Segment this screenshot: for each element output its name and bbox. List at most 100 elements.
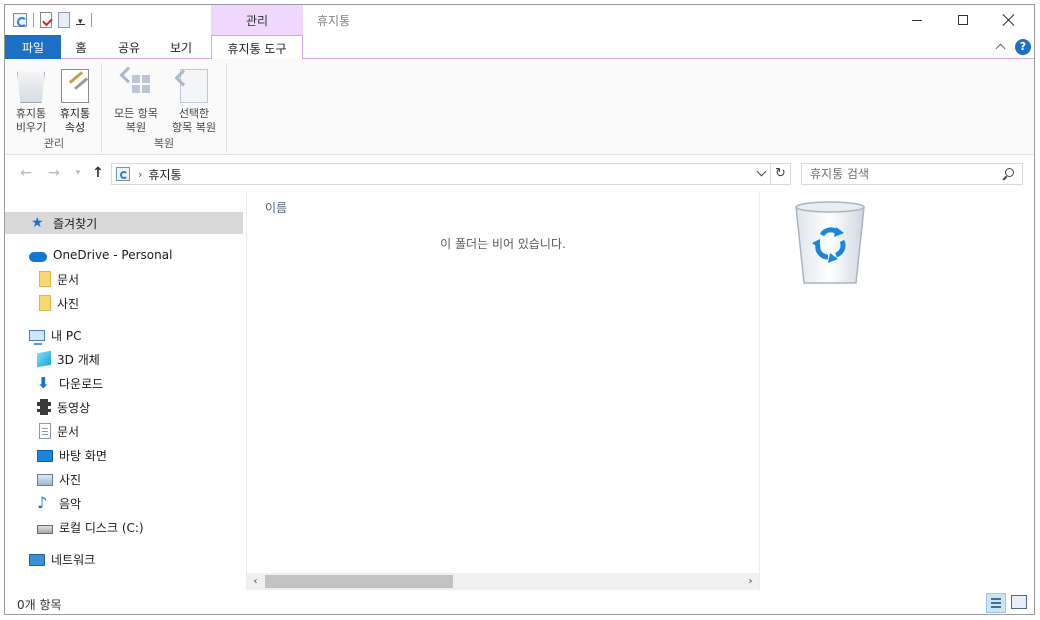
nav-item-label: 바탕 화면 [59,448,107,463]
ribbon-group-label: 복원 [153,137,175,150]
preview-pane [759,191,1034,591]
scroll-left-icon[interactable]: ‹ [247,573,264,590]
nav-item-label: 사진 [59,472,82,487]
nav-item-label: 문서 [57,424,80,439]
back-arrow-icon[interactable]: ← [17,164,35,182]
cube-icon [37,350,51,368]
address-bar[interactable]: › 휴지통 [111,163,771,185]
recycle-bin-large-icon [795,201,865,284]
search-box[interactable] [801,163,1023,185]
nav-item-label: 즐겨찾기 [53,216,98,231]
nav-item-desktop[interactable]: 바탕 화면 [5,444,243,466]
tab-file[interactable]: 파일 [5,35,61,59]
nav-item-label: 음악 [59,496,82,511]
recycle-bin-icon [116,167,130,181]
tab-home[interactable]: 홈 [61,35,101,59]
column-header-name[interactable]: 이름 [265,199,287,216]
recycle-bin-properties-button[interactable]: 휴지통 속성 [53,65,97,135]
breadcrumb-chevron-icon[interactable]: › [138,168,142,181]
music-note-icon: ♪ [37,493,48,512]
film-icon [37,399,51,415]
restore-all-button[interactable]: 모든 항목 복원 [114,65,158,135]
item-count: 0개 항목 [17,598,62,612]
maximize-button[interactable] [940,5,986,35]
restore-sel-label-1: 선택한 [178,107,210,120]
properties-icon [61,69,89,103]
forward-arrow-icon[interactable]: → [45,164,63,182]
restore-all-label-2: 복원 [125,121,147,134]
close-button[interactable] [986,5,1032,35]
title-bar: ▾ 관리 휴지통 [5,5,1034,35]
desktop-icon [37,450,53,462]
qat-dropdown-icon[interactable]: ▾ [76,15,85,27]
nav-item-onedrive-pictures[interactable]: 사진 [5,292,243,314]
navigation-bar: ← → ▾ ↑ › 휴지통 ↻ [5,155,1034,191]
nav-item-documents[interactable]: 문서 [5,420,243,442]
nav-item-onedrive[interactable]: OneDrive - Personal [5,244,243,266]
large-icons-view-icon[interactable] [1011,595,1027,609]
nav-item-pictures[interactable]: 사진 [5,468,243,490]
properties-icon[interactable] [40,12,52,28]
restore-selected-icon [180,69,208,103]
ribbon-group-label: 관리 [43,137,65,150]
tab-share[interactable]: 공유 [105,35,153,59]
close-icon [1003,14,1015,26]
qat-separator [33,13,34,27]
folder-icon [39,271,51,287]
qat-separator [90,13,92,27]
ribbon-group-restore: 모든 항목 복원 선택한 항목 복원 복원 [102,63,227,153]
nav-item-videos[interactable]: 동영상 [5,396,243,418]
navigation-pane: ★ 즐겨찾기 OneDrive - Personal 문서 사진 내 PC 3D… [5,191,245,591]
folder-icon [39,295,51,311]
chevron-up-icon[interactable] [995,42,1007,54]
nav-item-label: 내 PC [51,328,82,343]
nav-item-onedrive-documents[interactable]: 문서 [5,268,243,290]
help-icon[interactable]: ? [1015,39,1031,55]
restore-selected-button[interactable]: 선택한 항목 복원 [172,65,216,135]
search-icon [1002,168,1014,180]
empty-folder-message: 이 폴더는 비어 있습니다. [440,237,566,251]
explorer-window: ▾ 관리 휴지통 파일 홈 공유 보기 휴지통 도구 ? 휴지통 비우기 휴지통… [4,4,1035,615]
scrollbar-thumb[interactable] [265,575,453,588]
bin-props-label-2: 속성 [64,121,86,134]
minimize-button[interactable] [894,5,940,35]
nav-item-label: 3D 개체 [57,352,100,367]
nav-item-network[interactable]: 네트워크 [5,548,243,570]
nav-item-label: 로컬 디스크 (C:) [59,520,144,535]
restore-all-icon [122,69,150,103]
horizontal-scrollbar[interactable]: ‹ › [247,573,759,590]
ribbon-group-manage: 휴지통 비우기 휴지통 속성 관리 [7,63,102,153]
address-dropdown-icon[interactable] [756,167,768,181]
up-arrow-icon[interactable]: ↑ [89,164,107,182]
nav-item-downloads[interactable]: ⬇ 다운로드 [5,372,243,394]
file-list[interactable]: 이름 이 폴더는 비어 있습니다. [247,191,759,591]
hard-drive-icon [37,524,53,534]
download-arrow-icon: ⬇ [37,374,50,392]
computer-icon [29,329,45,345]
nav-item-label: OneDrive - Personal [53,248,173,262]
tab-recycle-bin-tools[interactable]: 휴지통 도구 [211,35,303,60]
star-icon: ★ [31,215,44,231]
recycle-bin-icon[interactable] [13,13,27,27]
nav-item-label: 동영상 [57,400,91,415]
search-input[interactable] [810,167,990,181]
network-icon [29,554,45,566]
nav-item-local-disk[interactable]: 로컬 디스크 (C:) [5,516,243,538]
nav-item-quick-access[interactable]: ★ 즐겨찾기 [5,212,243,234]
nav-item-label: 문서 [57,272,80,287]
recent-locations-chevron-icon[interactable]: ▾ [69,164,87,182]
nav-item-3d-objects[interactable]: 3D 개체 [5,348,243,370]
scroll-right-icon[interactable]: › [742,573,759,590]
nav-item-this-pc[interactable]: 내 PC [5,324,243,346]
cloud-icon [29,251,47,262]
new-folder-icon[interactable] [58,12,70,28]
breadcrumb-location[interactable]: 휴지통 [148,166,181,183]
window-title: 휴지통 [317,14,351,28]
restore-all-label-1: 모든 항목 [114,107,158,120]
details-view-icon[interactable] [986,593,1006,613]
tab-view[interactable]: 보기 [157,35,205,59]
nav-item-label: 네트워크 [51,552,96,567]
refresh-button[interactable]: ↻ [771,163,791,185]
document-icon [39,423,51,439]
nav-item-music[interactable]: ♪ 음악 [5,492,243,514]
